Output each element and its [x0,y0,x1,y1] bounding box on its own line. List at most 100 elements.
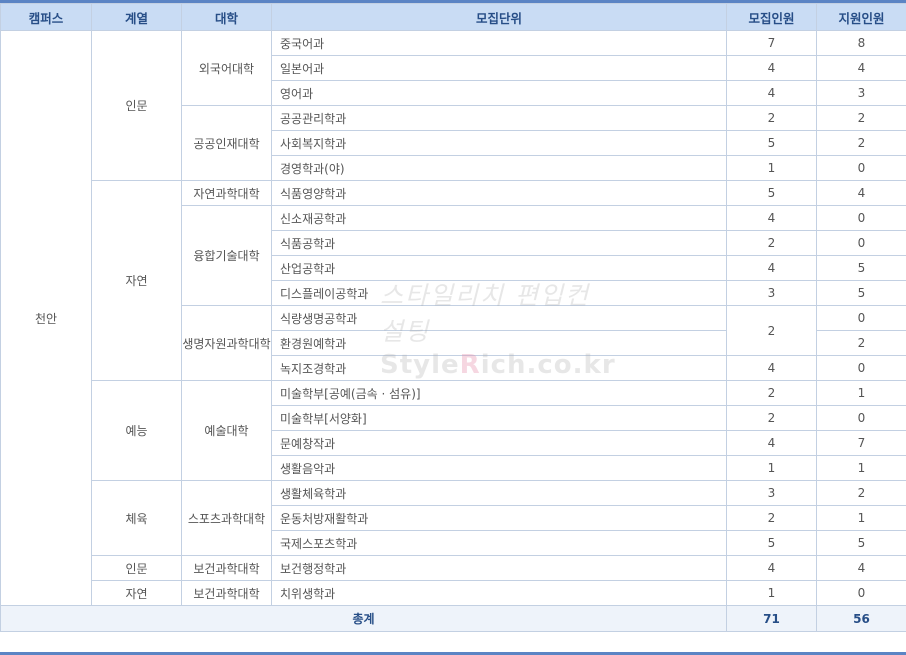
quota-cell: 2 [726,305,817,356]
quota-cell: 2 [726,405,817,431]
applicants-cell: 2 [816,105,906,131]
applicants-cell: 5 [816,255,906,281]
table-header-row: 캠퍼스 계열 대학 모집단위 모집인원 지원인원 [0,3,906,31]
header-unit: 모집단위 [271,3,727,31]
applicants-cell: 0 [816,355,906,381]
track-cell: 인문 [91,30,182,181]
college-cell: 보건과학대학 [181,580,272,606]
unit-cell: 중국어과 [271,30,727,56]
unit-cell: 신소재공학과 [271,205,727,231]
applicants-cell: 1 [816,380,906,406]
header-track: 계열 [91,3,182,31]
track-cell: 자연 [91,580,182,606]
quota-cell: 4 [726,430,817,456]
applicants-cell: 1 [816,505,906,531]
quota-cell: 3 [726,480,817,506]
applicants-cell: 3 [816,80,906,106]
unit-cell: 영어과 [271,80,727,106]
header-applicants: 지원인원 [816,3,906,31]
college-cell: 자연과학대학 [181,180,272,206]
track-cell: 자연 [91,180,182,381]
applicants-cell: 5 [816,530,906,556]
track-cell: 체육 [91,480,182,556]
college-cell: 생명자원과학대학 [181,305,272,381]
college-cell: 보건과학대학 [181,555,272,581]
unit-cell: 환경원예학과 [271,330,727,356]
quota-cell: 2 [726,380,817,406]
applicants-cell: 2 [816,330,906,356]
quota-cell: 2 [726,230,817,256]
unit-cell: 미술학부[서양화] [271,405,727,431]
applicants-cell: 7 [816,430,906,456]
track-cell: 인문 [91,555,182,581]
applicants-cell: 0 [816,230,906,256]
applicants-cell: 0 [816,305,906,331]
quota-cell: 1 [726,580,817,606]
unit-cell: 치위생학과 [271,580,727,606]
header-campus: 캠퍼스 [0,3,92,31]
applicants-cell: 4 [816,55,906,81]
unit-cell: 산업공학과 [271,255,727,281]
college-cell: 예술대학 [181,380,272,481]
applicants-cell: 0 [816,205,906,231]
quota-cell: 4 [726,55,817,81]
unit-cell: 녹지조경학과 [271,355,727,381]
table-row: 인문 보건과학대학 보건행정학과 4 4 [1,555,906,581]
applicants-cell: 0 [816,580,906,606]
unit-cell: 운동처방재활학과 [271,505,727,531]
table-row: 자연 자연과학대학 식품영양학과 5 4 [1,180,906,381]
unit-cell: 식품공학과 [271,230,727,256]
total-applicants: 56 [816,605,906,632]
applicants-cell: 8 [816,30,906,56]
quota-cell: 4 [726,555,817,581]
table-row: 천안 인문 외국어대학 중국어과 7 8 [0,30,906,606]
unit-cell: 경영학과(야) [271,155,727,181]
total-row: 총계 71 56 [0,605,906,632]
table-row: 자연 보건과학대학 치위생학과 1 0 [1,580,906,606]
unit-cell: 미술학부[공예(금속 · 섬유)] [271,380,727,406]
applicants-cell: 0 [816,155,906,181]
unit-cell: 사회복지학과 [271,130,727,156]
header-college: 대학 [181,3,272,31]
unit-cell: 생활체육학과 [271,480,727,506]
admission-table: 캠퍼스 계열 대학 모집단위 모집인원 지원인원 천안 인문 외국어대학 중국어… [0,3,906,632]
unit-cell: 문예창작과 [271,430,727,456]
quota-cell: 1 [726,155,817,181]
campus-cell: 천안 [0,30,92,606]
unit-cell: 일본어과 [271,55,727,81]
unit-cell: 공공관리학과 [271,105,727,131]
quota-cell: 7 [726,30,817,56]
quota-cell: 4 [726,80,817,106]
quota-cell: 4 [726,255,817,281]
total-quota: 71 [726,605,817,632]
track-cell: 예능 [91,380,182,481]
quota-cell: 1 [726,455,817,481]
total-label: 총계 [0,605,727,632]
college-cell: 스포츠과학대학 [181,480,272,556]
unit-cell: 생활음악과 [271,455,727,481]
applicants-cell: 4 [816,555,906,581]
table-row: 예능 예술대학 미술학부[공예(금속 · 섬유)] 2 1 [1,380,906,481]
quota-cell: 4 [726,205,817,231]
applicants-cell: 4 [816,180,906,206]
unit-cell: 디스플레이공학과 [271,280,727,306]
college-cell: 공공인재대학 [181,105,272,181]
applicants-cell: 1 [816,455,906,481]
quota-cell: 2 [726,505,817,531]
college-cell: 융합기술대학 [181,205,272,306]
unit-cell: 국제스포츠학과 [271,530,727,556]
quota-cell: 4 [726,355,817,381]
unit-cell: 식량생명공학과 [271,305,727,331]
unit-cell: 보건행정학과 [271,555,727,581]
quota-cell: 3 [726,280,817,306]
applicants-cell: 2 [816,480,906,506]
quota-cell: 5 [726,180,817,206]
table-row: 체육 스포츠과학대학 생활체육학과 3 2 [1,480,906,556]
quota-cell: 5 [726,130,817,156]
applicants-cell: 2 [816,130,906,156]
header-quota: 모집인원 [726,3,817,31]
unit-cell: 식품영양학과 [271,180,727,206]
applicants-cell: 5 [816,280,906,306]
applicants-cell: 0 [816,405,906,431]
quota-cell: 2 [726,105,817,131]
